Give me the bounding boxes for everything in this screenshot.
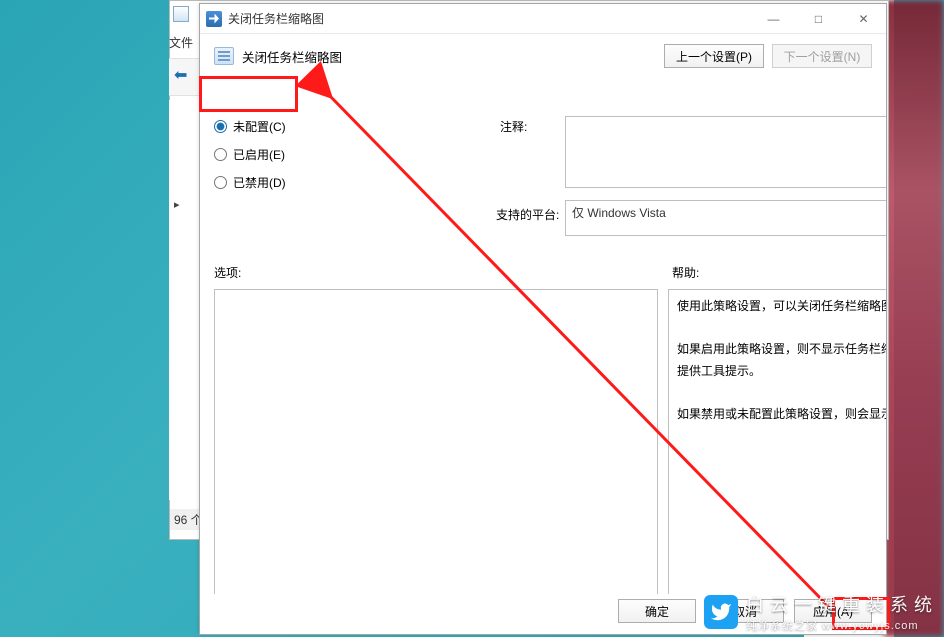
radio-enabled-label: 已启用(E): [233, 146, 285, 163]
close-icon: ✕: [858, 12, 868, 26]
minimize-button[interactable]: —: [751, 5, 796, 33]
radio-enabled[interactable]: 已启用(E): [214, 140, 474, 168]
radio-not-configured[interactable]: 未配置(C): [214, 112, 474, 140]
policy-dialog: 关闭任务栏缩略图 — □ ✕ 关闭任务栏缩略图 上一个设置(P) 下一个设置(N…: [199, 3, 887, 635]
dialog-header-row: 关闭任务栏缩略图 上一个设置(P) 下一个设置(N): [214, 44, 872, 68]
watermark-subtitle: 纯净系统之家 www.ycwyjs.com: [746, 617, 938, 633]
back-arrow-icon[interactable]: ⬅: [174, 65, 187, 85]
maximize-icon: □: [815, 12, 822, 26]
help-text-area: 使用此策略设置，可以关闭任务栏缩略图。 如果启用此策略设置，则不显示任务栏缩略图…: [668, 289, 886, 594]
background-decoration: [884, 0, 944, 637]
radio-disabled-input[interactable]: [214, 176, 227, 189]
parent-window-icon: [173, 6, 189, 22]
watermark-bird-icon: [704, 595, 738, 629]
policy-name: 关闭任务栏缩略图: [242, 47, 342, 66]
parent-tree-node-icon[interactable]: ▸: [174, 198, 180, 211]
dialog-body: 关闭任务栏缩略图 上一个设置(P) 下一个设置(N) 未配置(C) 已启用(E)…: [200, 34, 886, 594]
dialog-title-icon: [206, 11, 222, 27]
options-label: 选项:: [214, 264, 241, 281]
minimize-icon: —: [768, 12, 780, 26]
close-button[interactable]: ✕: [841, 5, 886, 33]
dialog-titlebar[interactable]: 关闭任务栏缩略图 — □ ✕: [200, 4, 886, 34]
comment-label: 注释:: [500, 118, 527, 135]
radio-not-configured-input[interactable]: [214, 120, 227, 133]
prev-setting-button[interactable]: 上一个设置(P): [664, 44, 764, 68]
options-area: [214, 289, 658, 594]
watermark: 白云一键重装系统 纯净系统之家 www.ycwyjs.com: [704, 591, 938, 633]
supported-platform-label: 支持的平台:: [496, 206, 559, 223]
dialog-title-text: 关闭任务栏缩略图: [228, 10, 324, 27]
policy-icon: [214, 47, 234, 65]
next-setting-button: 下一个设置(N): [772, 44, 872, 68]
watermark-title: 白云一键重装系统: [746, 591, 938, 617]
ok-button[interactable]: 确定: [618, 599, 696, 623]
radio-disabled-label: 已禁用(D): [233, 174, 286, 191]
maximize-button[interactable]: □: [796, 5, 841, 33]
help-label: 帮助:: [672, 264, 699, 281]
radio-not-configured-label: 未配置(C): [233, 118, 286, 135]
state-radio-group: 未配置(C) 已启用(E) 已禁用(D): [214, 112, 474, 196]
supported-platform-value: 仅 Windows Vista: [565, 200, 886, 236]
comment-textarea[interactable]: [565, 116, 886, 188]
radio-disabled[interactable]: 已禁用(D): [214, 168, 474, 196]
radio-enabled-input[interactable]: [214, 148, 227, 161]
